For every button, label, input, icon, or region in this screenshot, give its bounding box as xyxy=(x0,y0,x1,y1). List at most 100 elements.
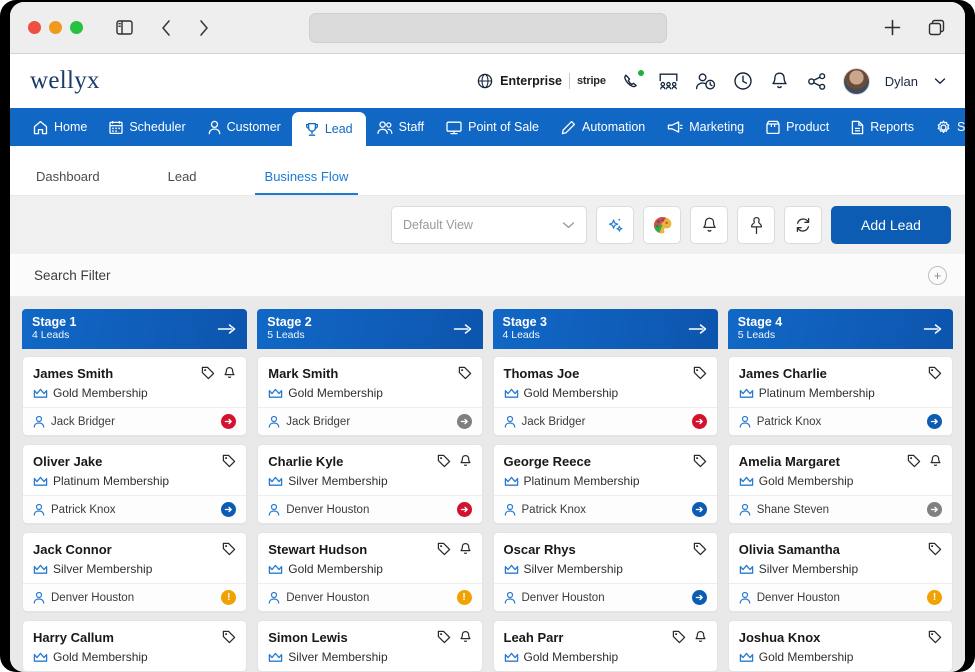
lead-card[interactable]: Oliver Jake Platinum Membership Patrick Kn… xyxy=(22,444,248,524)
lead-card[interactable]: Amelia Margaret Gold Membership Shane Stev… xyxy=(727,444,953,524)
nav-item-marketing[interactable]: Marketing xyxy=(656,108,755,146)
chevron-down-icon[interactable] xyxy=(933,70,947,92)
tag-icon[interactable] xyxy=(437,542,451,556)
arrow-right-icon[interactable] xyxy=(217,323,237,335)
bell-icon[interactable] xyxy=(929,454,942,468)
search-filter-bar[interactable]: Search Filter + xyxy=(10,254,965,297)
arrow-right-icon[interactable] xyxy=(688,323,708,335)
nav-item-automation[interactable]: Automation xyxy=(550,108,656,146)
bell-icon[interactable] xyxy=(459,454,472,468)
stage-move-badge[interactable] xyxy=(456,502,472,517)
stage-move-badge[interactable] xyxy=(691,502,707,517)
nav-item-lead[interactable]: Lead xyxy=(291,112,366,146)
nav-item-staff[interactable]: Staff xyxy=(366,108,435,146)
bell-icon[interactable] xyxy=(694,630,707,644)
member-clock-icon[interactable] xyxy=(695,70,717,92)
tag-icon[interactable] xyxy=(201,366,215,380)
lead-card[interactable]: Mark Smith Gold Membership Jack Bridger xyxy=(257,356,483,436)
share-icon[interactable] xyxy=(806,70,828,92)
tag-icon[interactable] xyxy=(437,454,451,468)
minimize-window-button[interactable] xyxy=(49,21,62,34)
phone-icon[interactable] xyxy=(621,70,644,92)
stage-move-badge[interactable] xyxy=(456,414,472,429)
stage-header[interactable]: Stage 34 Leads xyxy=(492,309,718,349)
stage-move-badge[interactable] xyxy=(221,414,237,429)
nav-item-setup[interactable]: Setup xyxy=(925,108,965,146)
bell-icon[interactable] xyxy=(459,630,472,644)
arrow-right-icon[interactable] xyxy=(923,323,943,335)
class-board-icon[interactable] xyxy=(658,70,680,92)
lead-card[interactable]: Simon Lewis Silver Membership xyxy=(257,620,483,672)
tag-icon[interactable] xyxy=(672,630,686,644)
palette-button[interactable] xyxy=(643,206,681,244)
stage-move-badge[interactable] xyxy=(927,502,942,517)
tag-icon[interactable] xyxy=(458,366,472,380)
avatar[interactable] xyxy=(842,67,870,95)
close-window-button[interactable] xyxy=(28,21,41,34)
tab-business-flow[interactable]: Business Flow xyxy=(254,169,359,195)
lead-card[interactable]: Olivia Samantha Silver Membership Denver H… xyxy=(727,532,953,612)
maximize-window-button[interactable] xyxy=(70,21,83,34)
tab-dashboard[interactable]: Dashboard xyxy=(32,169,104,195)
stage-header[interactable]: Stage 14 Leads xyxy=(22,309,248,349)
ai-star-button[interactable] xyxy=(596,206,634,244)
lead-card[interactable]: Joshua Knox Gold Membership xyxy=(727,620,953,672)
forward-icon[interactable] xyxy=(191,15,217,41)
stage-header[interactable]: Stage 45 Leads xyxy=(727,309,953,349)
lead-card[interactable]: Charlie Kyle Silver Membership Denver Hous… xyxy=(257,444,483,524)
lead-card[interactable]: George Reece Platinum Membership Patrick K… xyxy=(492,444,718,524)
stage-move-badge[interactable] xyxy=(691,590,707,605)
stage-move-badge[interactable]: ! xyxy=(456,590,472,605)
pin-button[interactable] xyxy=(737,206,775,244)
notification-button[interactable] xyxy=(690,206,728,244)
stage-header[interactable]: Stage 25 Leads xyxy=(257,309,483,349)
nav-item-home[interactable]: Home xyxy=(22,108,98,146)
nav-item-customer[interactable]: Customer xyxy=(197,108,292,146)
tag-icon[interactable] xyxy=(928,630,942,644)
nav-item-reports[interactable]: Reports xyxy=(840,108,925,146)
lead-card[interactable]: James Charlie Platinum Membership Patrick … xyxy=(727,356,953,436)
back-icon[interactable] xyxy=(153,15,179,41)
bell-icon[interactable] xyxy=(769,70,791,92)
add-lead-button[interactable]: Add Lead xyxy=(831,206,951,244)
view-select[interactable]: Default View xyxy=(391,206,587,244)
lead-card[interactable]: Thomas Joe Gold Membership Jack Bridger xyxy=(492,356,718,436)
plus-circle-icon[interactable]: + xyxy=(928,265,947,285)
bell-icon[interactable] xyxy=(223,366,236,380)
stage-move-badge[interactable]: ! xyxy=(927,590,942,605)
lead-card[interactable]: Oscar Rhys Silver Membership Denver Housto… xyxy=(492,532,718,612)
nav-item-scheduler[interactable]: Scheduler xyxy=(98,108,196,146)
nav-item-product[interactable]: Product xyxy=(755,108,840,146)
person-icon xyxy=(268,415,280,428)
tag-icon[interactable] xyxy=(693,542,707,556)
lead-card[interactable]: Stewart Hudson Gold Membership Denver Hous… xyxy=(257,532,483,612)
lead-card[interactable]: Harry Callum Gold Membership xyxy=(22,620,248,672)
bell-icon[interactable] xyxy=(459,542,472,556)
tag-icon[interactable] xyxy=(693,454,707,468)
tag-icon[interactable] xyxy=(437,630,451,644)
new-tab-icon[interactable] xyxy=(879,15,905,41)
tag-icon[interactable] xyxy=(222,630,236,644)
lead-card[interactable]: Leah Parr Gold Membership xyxy=(492,620,718,672)
tab-lead[interactable]: Lead xyxy=(164,169,201,195)
clock-icon[interactable] xyxy=(732,70,754,92)
lead-card[interactable]: Jack Connor Silver Membership Denver Houst… xyxy=(22,532,248,612)
stage-move-badge[interactable] xyxy=(927,414,942,429)
tag-icon[interactable] xyxy=(928,366,942,380)
lead-card[interactable]: James Smith Gold Membership Jack Bridger xyxy=(22,356,248,436)
stage-move-badge[interactable] xyxy=(221,502,237,517)
plan-indicator[interactable]: Enterprise stripe xyxy=(477,73,606,89)
tag-icon[interactable] xyxy=(907,454,921,468)
arrow-right-icon[interactable] xyxy=(453,323,473,335)
refresh-button[interactable] xyxy=(784,206,822,244)
stage-move-badge[interactable] xyxy=(691,414,707,429)
copy-tabs-icon[interactable] xyxy=(923,15,949,41)
tag-icon[interactable] xyxy=(222,454,236,468)
stage-move-badge[interactable]: ! xyxy=(221,590,237,605)
nav-item-point-of-sale[interactable]: Point of Sale xyxy=(435,108,550,146)
sidebar-toggle-icon[interactable] xyxy=(111,15,137,41)
tag-icon[interactable] xyxy=(693,366,707,380)
address-bar[interactable] xyxy=(308,12,667,43)
tag-icon[interactable] xyxy=(928,542,942,556)
tag-icon[interactable] xyxy=(222,542,236,556)
